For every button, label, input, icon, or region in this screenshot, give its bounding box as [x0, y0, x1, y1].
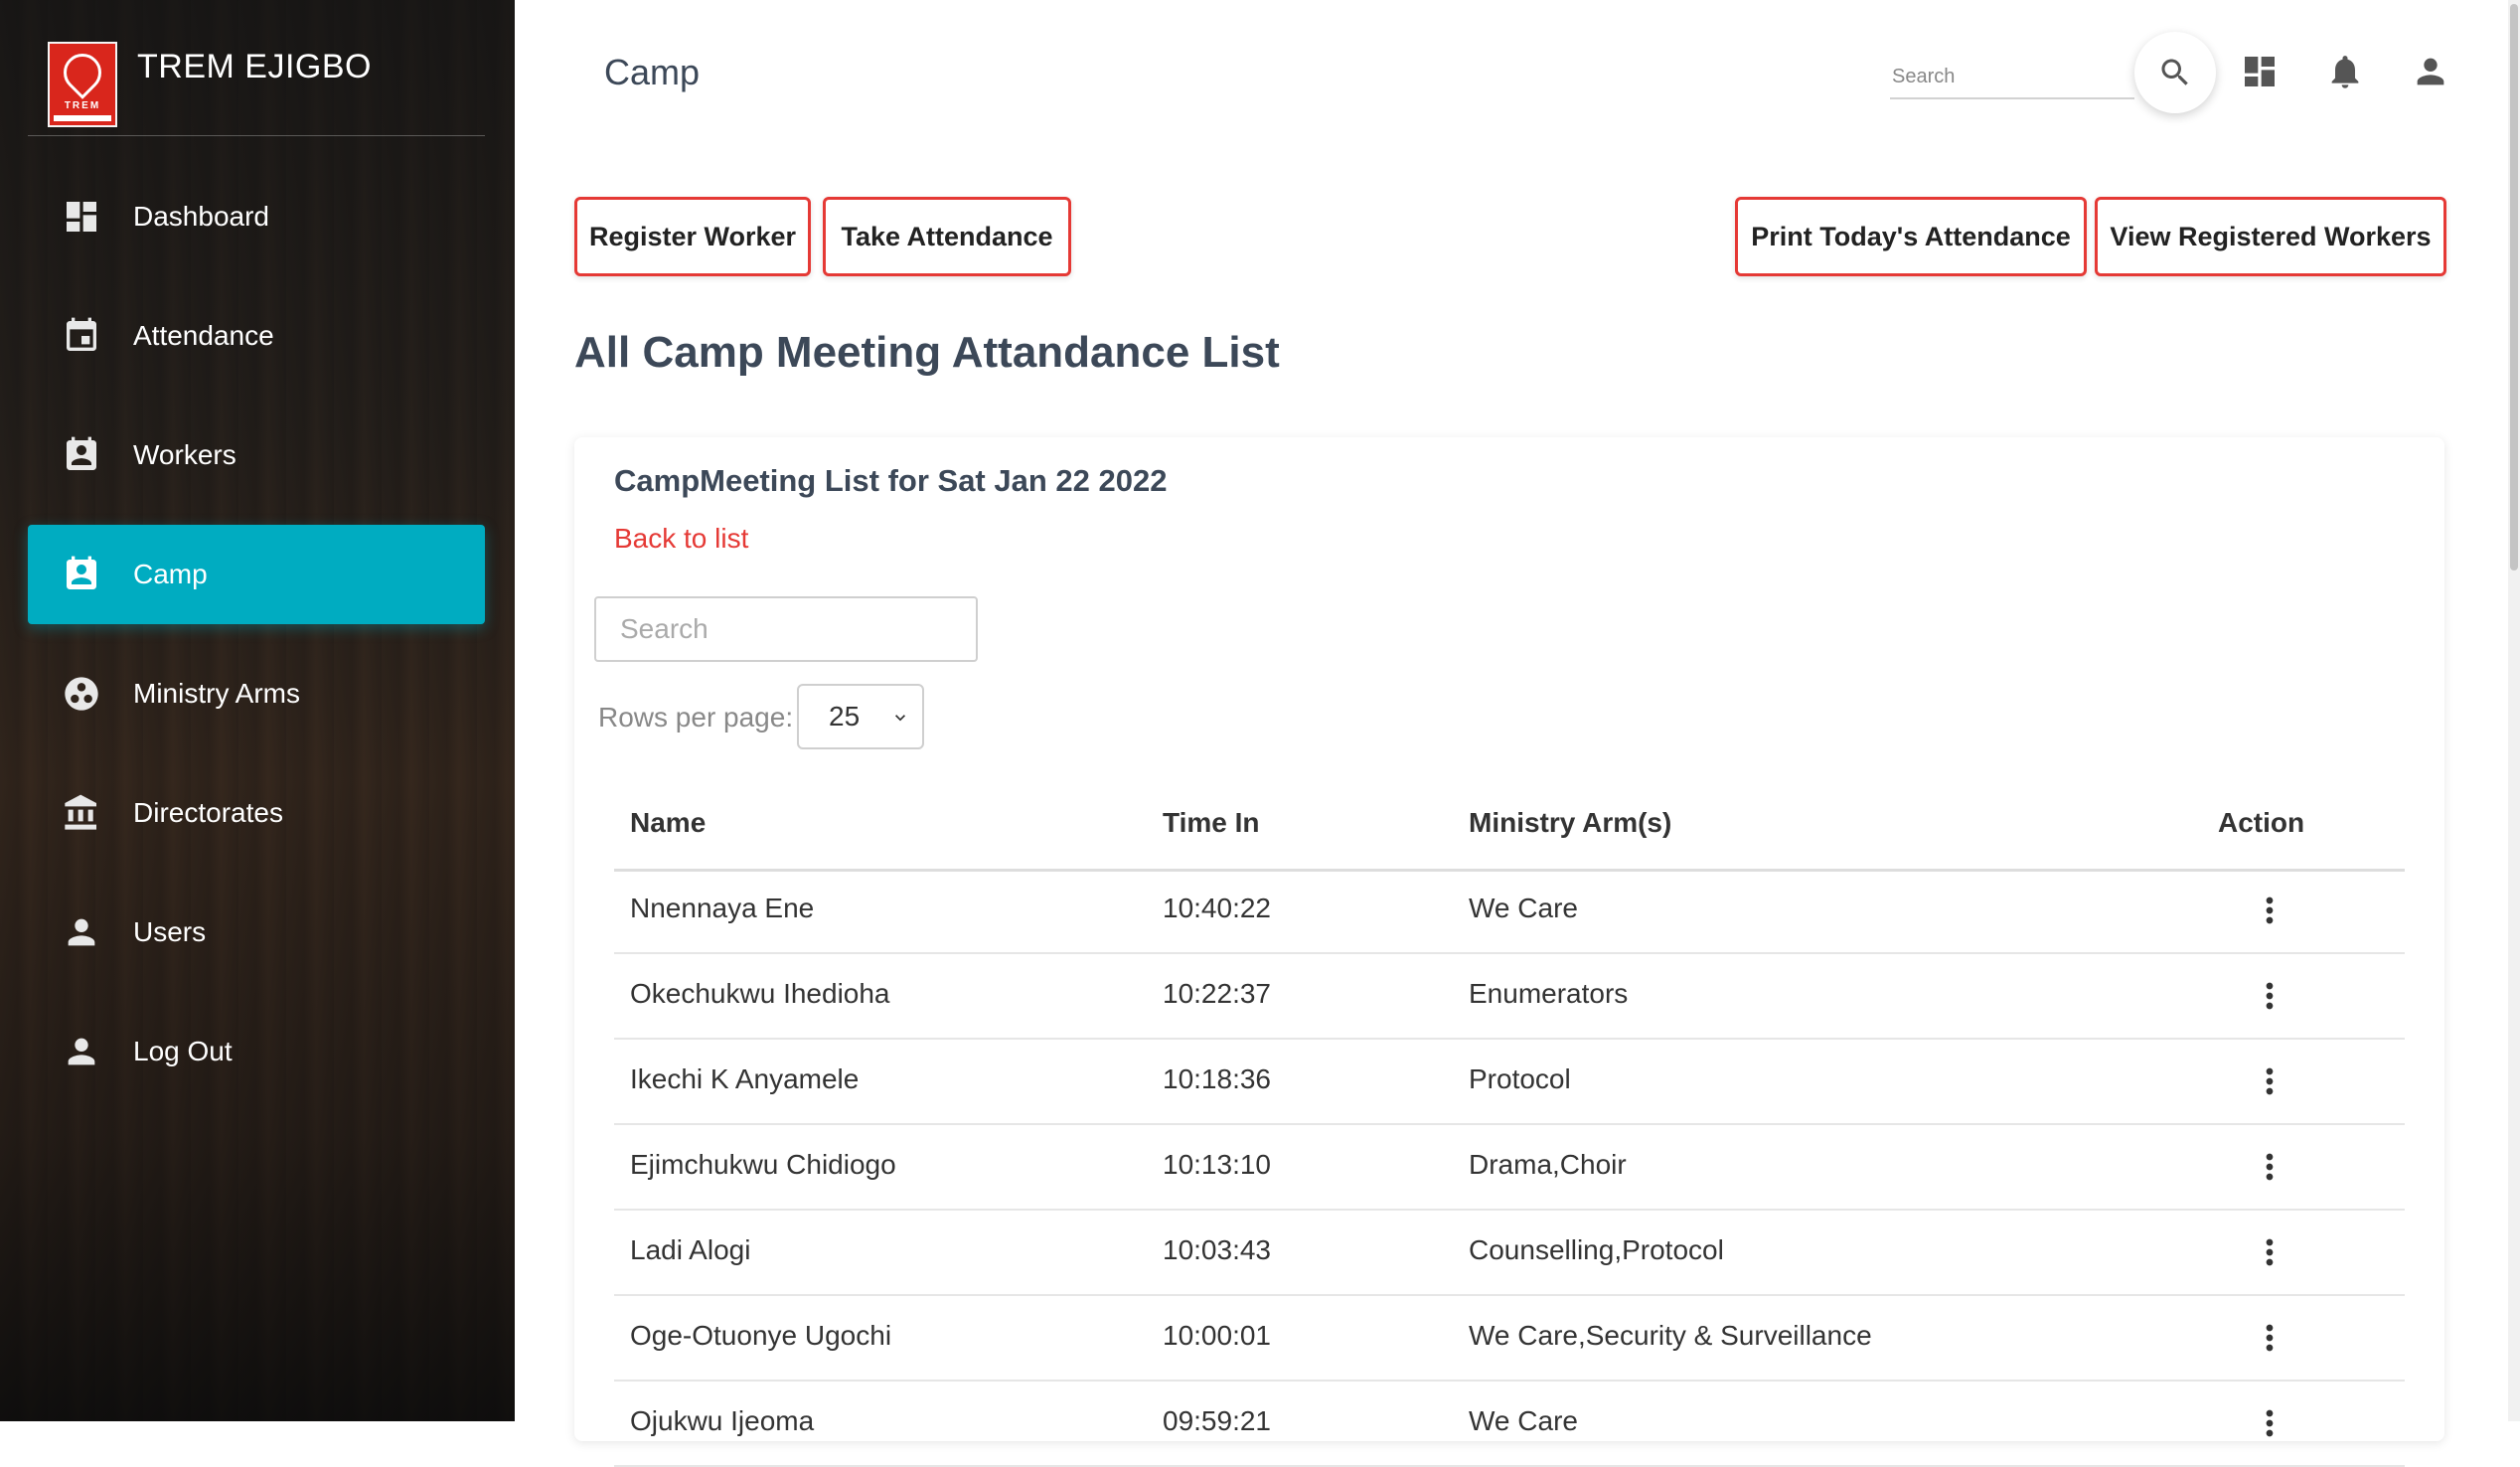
search-icon — [2161, 59, 2188, 85]
main-content: Camp Register Worker Take Attendance Pri… — [515, 0, 2520, 1467]
group-work-icon — [65, 677, 98, 711]
register-worker-button[interactable]: Register Worker — [574, 197, 811, 276]
cell-ministry: Enumerators — [1469, 978, 1629, 1009]
rows-per-page-label: Rows per page: — [598, 702, 794, 733]
sidebar-item-directorates[interactable]: Directorates — [28, 763, 485, 863]
sidebar-item-ministry-arms[interactable]: Ministry Arms — [28, 644, 485, 743]
section-title: All Camp Meeting Attandance List — [574, 328, 1280, 377]
cell-time-in: 10:40:22 — [1163, 893, 1271, 923]
table-body: Nnennaya Ene 10:40:22 We Care Okechukwu … — [614, 869, 2405, 1467]
table-row: Ikechi K Anyamele 10:18:36 Protocol — [614, 1040, 2405, 1125]
calendar-icon — [67, 317, 96, 351]
column-header-time-in: Time In — [1163, 807, 1260, 838]
sidebar-item-label: Ministry Arms — [133, 678, 300, 709]
more-vert-icon[interactable] — [2250, 1232, 2289, 1272]
search-button[interactable] — [2134, 32, 2216, 113]
sidebar-item-workers[interactable]: Workers — [28, 406, 485, 505]
table-search-input[interactable] — [594, 596, 978, 662]
institution-icon — [65, 794, 96, 830]
chevron-down-icon — [895, 715, 905, 722]
page-scrollbar[interactable] — [2508, 0, 2520, 1421]
cell-time-in: 09:59:21 — [1163, 1405, 1271, 1436]
header-search-input[interactable] — [1890, 56, 2134, 99]
cell-time-in: 10:13:10 — [1163, 1149, 1271, 1180]
sidebar-item-users[interactable]: Users — [28, 883, 485, 982]
trem-logo: TREM — [48, 42, 117, 127]
sidebar-nav: Dashboard Attendance Workers Camp Minist… — [28, 167, 485, 1121]
more-vert-icon[interactable] — [2250, 1403, 2289, 1443]
sidebar-item-label: Users — [133, 916, 207, 947]
table-header: Name Time In Ministry Arm(s) Action — [614, 785, 2405, 872]
column-header-action: Action — [2218, 807, 2305, 838]
table-row: Nnennaya Ene 10:40:22 We Care — [614, 869, 2405, 954]
more-vert-icon[interactable] — [2250, 1318, 2289, 1358]
sidebar-item-attendance[interactable]: Attendance — [28, 286, 485, 386]
notifications-bell-icon[interactable] — [2325, 52, 2365, 91]
view-registered-workers-button[interactable]: View Registered Workers — [2095, 197, 2446, 276]
sidebar-item-label: Directorates — [133, 797, 283, 828]
cell-ministry: We Care — [1469, 1405, 1578, 1436]
more-vert-icon[interactable] — [2250, 976, 2289, 1016]
cell-ministry: Drama,Choir — [1469, 1149, 1627, 1180]
cell-time-in: 10:22:37 — [1163, 978, 1271, 1009]
sidebar-item-label: Attendance — [133, 320, 274, 351]
sidebar-item-dashboard[interactable]: Dashboard — [28, 167, 485, 266]
cell-name: Okechukwu Ihedioha — [630, 978, 890, 1009]
cell-ministry: We Care,Security & Surveillance — [1469, 1320, 1872, 1351]
user-profile-icon[interactable] — [2411, 52, 2450, 91]
cell-ministry: Protocol — [1469, 1063, 1571, 1094]
table-row: Oge-Otuonye Ugochi 10:00:01 We Care,Secu… — [614, 1296, 2405, 1382]
dashboard-icon — [67, 202, 96, 232]
cell-name: Ladi Alogi — [630, 1234, 751, 1265]
dove-icon — [56, 46, 109, 99]
cell-time-in: 10:00:01 — [1163, 1320, 1271, 1351]
card-title: CampMeeting List for Sat Jan 22 2022 — [614, 463, 1168, 498]
sidebar-item-label: Camp — [133, 559, 208, 589]
person-icon — [68, 918, 95, 946]
more-vert-icon[interactable] — [2250, 1147, 2289, 1187]
attendance-card: CampMeeting List for Sat Jan 22 2022 Bac… — [574, 437, 2444, 1467]
table-row: Ejimchukwu Chidiogo 10:13:10 Drama,Choir — [614, 1125, 2405, 1211]
sidebar-item-camp[interactable]: Camp — [28, 525, 485, 624]
dashboard-icon[interactable] — [2240, 52, 2280, 91]
cell-name: Ojukwu Ijeoma — [630, 1405, 815, 1436]
rows-per-page-value: 25 — [829, 701, 861, 732]
sidebar-item-log-out[interactable]: Log Out — [28, 1002, 485, 1101]
more-vert-icon[interactable] — [2250, 1061, 2289, 1101]
brand-name: TREM EJIGBO — [137, 48, 372, 85]
column-header-ministry: Ministry Arm(s) — [1469, 807, 1672, 838]
sidebar-item-label: Dashboard — [133, 201, 269, 232]
cell-ministry: We Care — [1469, 893, 1578, 923]
cell-time-in: 10:03:43 — [1163, 1234, 1271, 1265]
sidebar-item-label: Workers — [133, 439, 236, 470]
table-row: Ojukwu Ijeoma 09:59:21 We Care — [614, 1382, 2405, 1467]
back-to-list-link[interactable]: Back to list — [614, 523, 748, 555]
sidebar-item-label: Log Out — [133, 1036, 233, 1066]
brand[interactable]: TREM TREM EJIGBO — [28, 28, 485, 136]
column-header-name: Name — [630, 807, 707, 838]
cell-name: Oge-Otuonye Ugochi — [630, 1320, 892, 1351]
cell-ministry: Counselling,Protocol — [1469, 1234, 1724, 1265]
more-vert-icon[interactable] — [2250, 891, 2289, 930]
rows-per-page-select[interactable]: 25 — [797, 684, 924, 749]
table-row: Okechukwu Ihedioha 10:22:37 Enumerators — [614, 954, 2405, 1040]
cell-name: Nnennaya Ene — [630, 893, 815, 923]
contact-badge-icon — [67, 556, 96, 589]
table-row: Ladi Alogi 10:03:43 Counselling,Protocol — [614, 1211, 2405, 1296]
print-attendance-button[interactable]: Print Today's Attendance — [1735, 197, 2087, 276]
cell-time-in: 10:18:36 — [1163, 1063, 1271, 1094]
take-attendance-button[interactable]: Take Attendance — [823, 197, 1071, 276]
cell-name: Ejimchukwu Chidiogo — [630, 1149, 896, 1180]
scrollbar-thumb[interactable] — [2510, 4, 2518, 570]
logo-text: TREM — [64, 100, 101, 111]
cell-name: Ikechi K Anyamele — [630, 1063, 860, 1094]
person-icon — [68, 1038, 95, 1065]
page-title: Camp — [604, 52, 701, 92]
sidebar: TREM TREM EJIGBO Dashboard Attendance Wo… — [0, 0, 515, 1421]
contact-badge-icon — [67, 436, 96, 470]
